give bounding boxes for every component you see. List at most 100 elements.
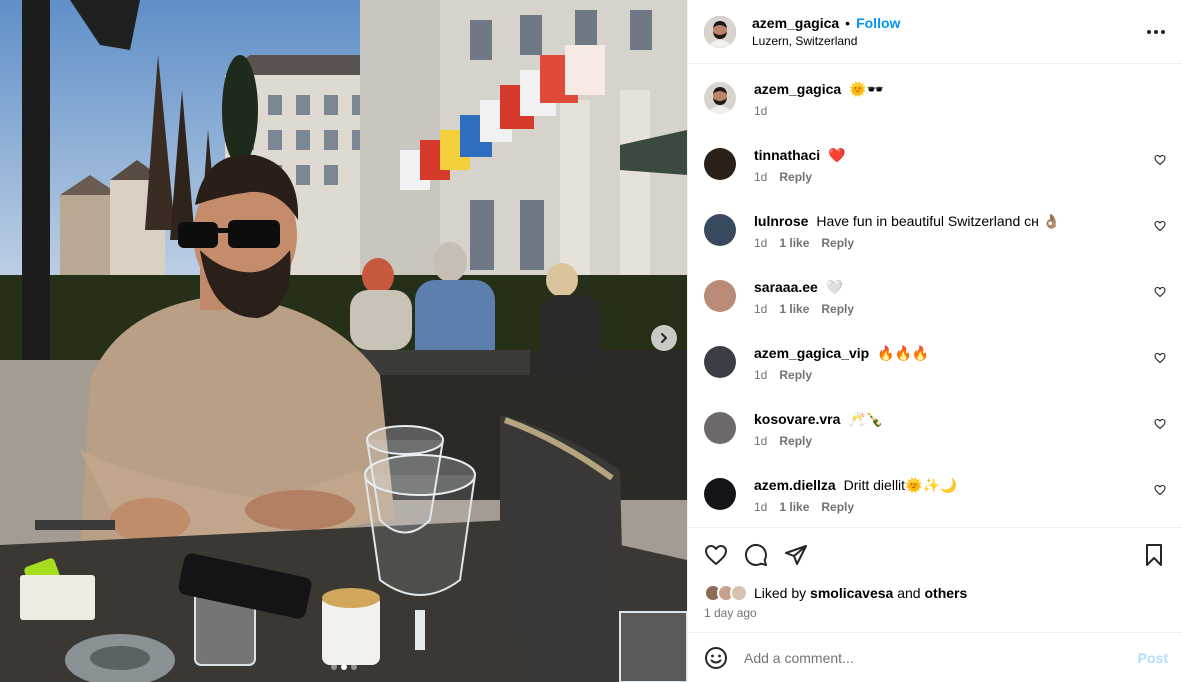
- comment-time[interactable]: 1d: [754, 500, 767, 514]
- heart-icon: [1154, 220, 1166, 232]
- liked-by-user[interactable]: smolicavesa: [810, 585, 893, 601]
- comment-avatar[interactable]: [704, 214, 736, 246]
- comment-text: 🔥🔥🔥: [877, 345, 930, 361]
- caption-avatar[interactable]: [704, 82, 736, 114]
- send-icon[interactable]: [784, 543, 808, 567]
- comment-text-line: azem_gagica_vip 🔥🔥🔥: [754, 344, 1146, 362]
- separator-dot: •: [845, 15, 851, 31]
- comment-username[interactable]: azem.diellza: [754, 477, 836, 493]
- heart-icon: [1154, 286, 1166, 298]
- add-comment-input[interactable]: [744, 649, 1138, 666]
- comment-body: azem.diellza Dritt diellit🌞✨🌙 1d 1 like …: [754, 474, 1146, 527]
- comment-username[interactable]: lulnrose: [754, 213, 808, 229]
- comment-username[interactable]: azem_gagica_vip: [754, 345, 869, 361]
- comments-list[interactable]: azem_gagica 🌞🕶️ 1d tinnathaci ❤️ 1d Repl…: [688, 64, 1182, 527]
- carousel-dot: [330, 664, 337, 670]
- heart-icon: [1154, 352, 1166, 364]
- comment-body: azem_gagica_vip 🔥🔥🔥 1d Reply: [754, 342, 1146, 408]
- post-time-ago[interactable]: 1 day ago: [704, 606, 1166, 620]
- likes-summary: Liked by smolicavesa and others: [704, 584, 1166, 602]
- comment-meta: 1d Reply: [754, 170, 1146, 184]
- carousel-indicator: [0, 664, 687, 670]
- comment-item: tinnathaci ❤️ 1d Reply: [704, 144, 1166, 210]
- more-options-button[interactable]: [1144, 20, 1168, 44]
- liker-avatar: [730, 584, 748, 602]
- comment-like-button[interactable]: [1146, 342, 1166, 408]
- comment-text-line: azem.diellza Dritt diellit🌞✨🌙: [754, 476, 1146, 494]
- comment-likes-count[interactable]: 1 like: [779, 302, 809, 316]
- comment-time[interactable]: 1d: [754, 236, 767, 250]
- next-photo-button[interactable]: [651, 325, 677, 351]
- comment-likes-count[interactable]: 1 like: [779, 236, 809, 250]
- comment-item: azem.diellza Dritt diellit🌞✨🌙 1d 1 like …: [704, 474, 1166, 527]
- comment-item: lulnrose Have fun in beautiful Switzerla…: [704, 210, 1166, 276]
- comment-icon[interactable]: [744, 543, 768, 567]
- post-header-line: azem_gagica • Follow: [752, 15, 1144, 31]
- comment-reply-button[interactable]: Reply: [821, 302, 854, 316]
- comment-meta: 1d 1 like Reply: [754, 302, 1146, 316]
- comment-username[interactable]: saraaa.ee: [754, 279, 818, 295]
- comment-reply-button[interactable]: Reply: [821, 500, 854, 514]
- comment-reply-button[interactable]: Reply: [779, 434, 812, 448]
- comment-avatar[interactable]: [704, 412, 736, 444]
- post-comment-button[interactable]: Post: [1138, 650, 1168, 666]
- comment-text: 🤍: [825, 279, 844, 295]
- comment-text-line: lulnrose Have fun in beautiful Switzerla…: [754, 212, 1146, 230]
- comment-avatar[interactable]: [704, 280, 736, 312]
- comment-like-button[interactable]: [1146, 210, 1166, 276]
- comment-text-line: kosovare.vra 🥂🍾: [754, 410, 1146, 428]
- author-avatar[interactable]: [704, 15, 736, 48]
- heart-icon[interactable]: [704, 543, 728, 567]
- post-location[interactable]: Luzern, Switzerland: [752, 34, 1144, 48]
- caption: azem_gagica 🌞🕶️ 1d: [704, 78, 1166, 144]
- comment-avatar[interactable]: [704, 148, 736, 180]
- author-username[interactable]: azem_gagica: [752, 15, 839, 31]
- comment-time[interactable]: 1d: [754, 302, 767, 316]
- post-side-panel: azem_gagica • Follow Luzern, Switzerland: [687, 0, 1182, 682]
- comment-username[interactable]: kosovare.vra: [754, 411, 840, 427]
- follow-button[interactable]: Follow: [856, 15, 900, 31]
- more-horizontal-icon: [1147, 29, 1165, 34]
- comment-reply-button[interactable]: Reply: [779, 170, 812, 184]
- comment-meta: 1d Reply: [754, 368, 1146, 382]
- comment-meta: 1d 1 like Reply: [754, 500, 1146, 514]
- comment-likes-count[interactable]: 1 like: [779, 500, 809, 514]
- post-photo[interactable]: [0, 0, 687, 682]
- liker-avatars[interactable]: [704, 584, 748, 602]
- comment-time[interactable]: 1d: [754, 170, 767, 184]
- post-dialog: azem_gagica • Follow Luzern, Switzerland: [0, 0, 1182, 682]
- comment-body: kosovare.vra 🥂🍾 1d Reply: [754, 408, 1146, 474]
- comment-text: Have fun in beautiful Switzerland сн 👌🏽: [816, 213, 1061, 229]
- comment-like-button[interactable]: [1146, 144, 1166, 210]
- caption-time[interactable]: 1d: [754, 104, 767, 118]
- comment-text: Dritt diellit🌞✨🌙: [843, 477, 958, 493]
- comment-meta: 1d Reply: [754, 434, 1146, 448]
- comment-item: saraaa.ee 🤍 1d 1 like Reply: [704, 276, 1166, 342]
- comment-text-line: saraaa.ee 🤍: [754, 278, 1146, 296]
- comment-like-button[interactable]: [1146, 276, 1166, 342]
- comment-like-button[interactable]: [1146, 474, 1166, 527]
- carousel-dot: [350, 664, 357, 670]
- comment-avatar[interactable]: [704, 478, 736, 510]
- comment-time[interactable]: 1d: [754, 434, 767, 448]
- comment-like-button[interactable]: [1146, 408, 1166, 474]
- emoji-icon[interactable]: [704, 646, 728, 670]
- comment-reply-button[interactable]: Reply: [779, 368, 812, 382]
- liked-by-label: Liked by: [754, 585, 807, 601]
- caption-username[interactable]: azem_gagica: [754, 81, 841, 97]
- liked-by-connector: and: [897, 585, 921, 601]
- photo-scene: [0, 0, 687, 682]
- comment-avatar[interactable]: [704, 346, 736, 378]
- caption-text: 🌞🕶️: [849, 81, 884, 97]
- caption-body: azem_gagica 🌞🕶️ 1d: [754, 78, 1166, 144]
- caption-avatar-image: [704, 82, 736, 114]
- comment-item: kosovare.vra 🥂🍾 1d Reply: [704, 408, 1166, 474]
- comment-username[interactable]: tinnathaci: [754, 147, 820, 163]
- chevron-right-icon: [661, 333, 667, 343]
- caption-text-line: azem_gagica 🌞🕶️: [754, 80, 1166, 98]
- liked-by-others[interactable]: others: [924, 585, 967, 601]
- bookmark-icon[interactable]: [1142, 543, 1166, 567]
- comment-time[interactable]: 1d: [754, 368, 767, 382]
- comment-reply-button[interactable]: Reply: [821, 236, 854, 250]
- post-actions: Liked by smolicavesa and others 1 day ag…: [688, 527, 1182, 620]
